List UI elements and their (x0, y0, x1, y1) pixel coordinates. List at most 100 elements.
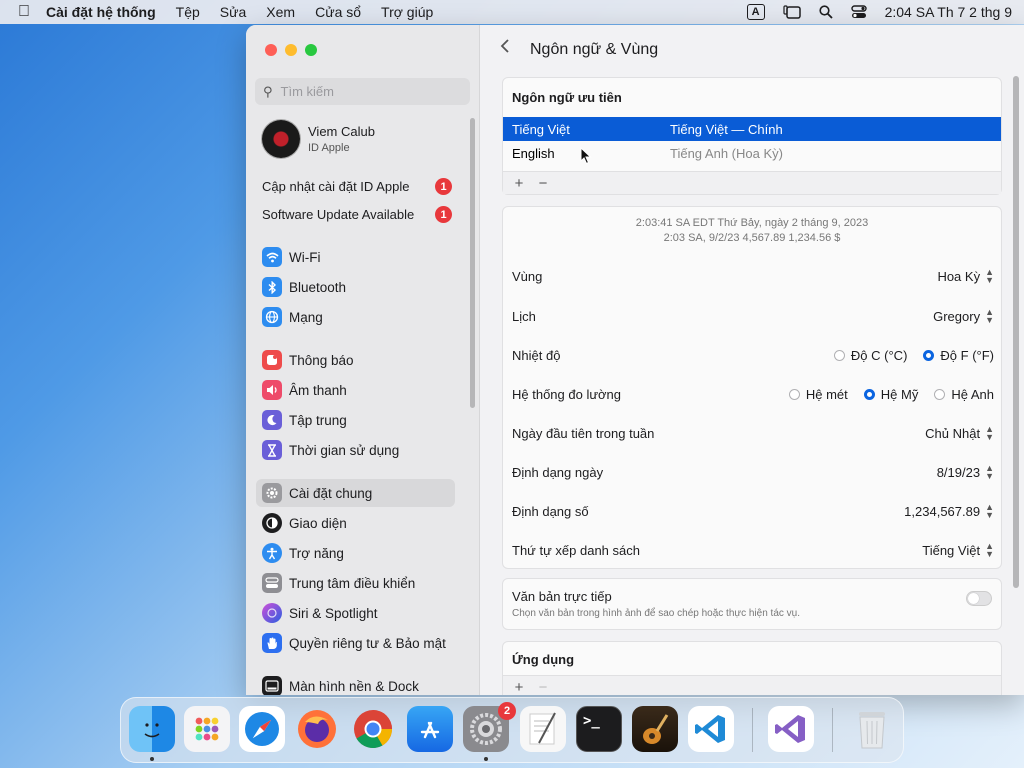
apple-id-update-notice[interactable]: Cập nhật cài đặt ID Apple 1 (262, 178, 452, 195)
sidebar-item-notifications[interactable]: Thông báo (256, 346, 455, 374)
hand-icon (262, 633, 282, 653)
apps-header: Ứng dụng (512, 652, 575, 667)
sidebar-item-sound[interactable]: Âm thanh (256, 376, 455, 404)
notice-label: Cập nhật cài đặt ID Apple (262, 179, 410, 194)
date-format-select[interactable]: 8/19/23 ▲ ▼ (936, 463, 994, 481)
measure-uk-radio[interactable]: Hệ Anh (934, 387, 994, 402)
chrome-icon[interactable] (350, 706, 396, 752)
input-source-icon[interactable]: A (746, 4, 765, 20)
language-row-vietnamese[interactable]: Tiếng Việt Tiếng Việt — Chính (503, 117, 1001, 141)
sidebar-item-bluetooth[interactable]: Bluetooth (256, 273, 455, 301)
vscode-icon[interactable] (688, 706, 734, 752)
apple-icon[interactable]:  (18, 3, 30, 21)
menu-view[interactable]: Xem (266, 4, 295, 20)
apple-id-profile[interactable]: Viem Calub ID Apple (262, 120, 375, 158)
menu-file[interactable]: Tệp (176, 4, 200, 20)
stage-manager-icon[interactable] (782, 5, 801, 19)
menu-window[interactable]: Cửa sổ (315, 4, 361, 20)
calendar-row: Lịch Gregory ▲ ▼ (512, 303, 994, 329)
apps-panel: Ứng dụng + − (502, 641, 1002, 695)
add-language-button[interactable]: + (511, 175, 527, 192)
first-day-label: Ngày đầu tiên trong tuần (512, 425, 655, 441)
sidebar-item-label: Cài đặt chung (289, 485, 373, 501)
search-input[interactable]: ⚲ Tìm kiếm (255, 78, 470, 105)
live-text-toggle[interactable] (966, 591, 992, 606)
dock-separator (752, 708, 753, 752)
sidebar-item-accessibility[interactable]: Trợ năng (256, 539, 455, 567)
control-center-menu-icon[interactable] (850, 5, 867, 19)
remove-language-button[interactable]: − (535, 175, 551, 192)
terminal-icon[interactable]: >_ (576, 706, 622, 752)
close-button[interactable] (265, 44, 277, 56)
date-format-label: Định dạng ngày (512, 464, 604, 480)
sidebar-item-wifi[interactable]: Wi-Fi (256, 243, 455, 271)
garageband-icon[interactable] (632, 706, 678, 752)
sidebar-item-label: Âm thanh (289, 382, 347, 398)
add-app-button[interactable]: + (511, 679, 527, 696)
measure-us-radio[interactable]: Hệ Mỹ (863, 387, 918, 402)
language-row-english[interactable]: English Tiếng Anh (Hoa Kỳ) (503, 141, 1001, 165)
radio-off (934, 388, 946, 400)
temp-fahrenheit-radio[interactable]: Độ F (°F) (923, 348, 994, 363)
region-value: Hoa Kỳ (937, 268, 981, 284)
languages-toolbar: + − (503, 171, 1001, 194)
number-format-select[interactable]: 1,234,567.89 ▲ ▼ (904, 503, 994, 520)
calendar-select[interactable]: Gregory ▲ ▼ (933, 308, 994, 325)
visual-studio-icon[interactable] (768, 706, 814, 752)
sidebar-item-appearance[interactable]: Giao diện (256, 509, 455, 537)
software-update-notice[interactable]: Software Update Available 1 (262, 206, 452, 223)
finder-icon[interactable] (129, 706, 175, 752)
apps-toolbar: + − (503, 675, 1001, 695)
format-sample-line1: 2:03:41 SA EDT Thứ Bảy, ngày 2 tháng 9, … (635, 217, 869, 229)
sidebar-item-privacy-security[interactable]: Quyền riêng tư & Bảo mật (256, 629, 455, 657)
minimize-button[interactable] (285, 44, 297, 56)
app-store-icon[interactable] (407, 706, 453, 752)
settings-window: ⚲ Tìm kiếm Viem Calub ID Apple Cập nhật … (246, 25, 1024, 695)
measure-metric-radio[interactable]: Hệ mét (788, 387, 848, 402)
date-format-value: 8/19/23 (936, 464, 981, 480)
sidebar-item-control-center[interactable]: Trung tâm điều khiển (256, 569, 455, 597)
mouse-pointer-icon (580, 147, 592, 165)
radio-off (788, 388, 800, 400)
globe-icon (262, 307, 282, 327)
main-scrollbar[interactable] (1013, 76, 1019, 588)
spotlight-search-icon[interactable] (818, 5, 833, 19)
menu-edit[interactable]: Sửa (220, 4, 247, 20)
temperature-row: Nhiệt độ Độ C (°C) Độ F (°F) (512, 342, 994, 368)
sidebar-item-network[interactable]: Mạng (256, 303, 455, 331)
first-day-value: Chủ Nhật (925, 425, 981, 441)
temp-celsius-radio[interactable]: Độ C (°C) (833, 348, 907, 363)
trash-icon[interactable] (849, 706, 895, 752)
sidebar-item-screen-time[interactable]: Thời gian sử dụng (256, 436, 455, 464)
date-format-row: Định dạng ngày 8/19/23 ▲ ▼ (512, 459, 994, 485)
temperature-label: Nhiệt độ (512, 347, 561, 363)
firefox-icon[interactable] (294, 706, 340, 752)
language-desc: Tiếng Việt — Chính (670, 121, 783, 137)
live-text-title: Văn bản trực tiếp (512, 589, 612, 604)
appearance-icon (262, 513, 282, 533)
menu-app-name[interactable]: Cài đặt hệ thống (46, 4, 156, 20)
first-day-select[interactable]: Chủ Nhật ▲ ▼ (925, 425, 994, 442)
menu-help[interactable]: Trợ giúp (381, 4, 433, 20)
sidebar-item-siri-spotlight[interactable]: Siri & Spotlight (256, 599, 455, 627)
sidebar-item-focus[interactable]: Tập trung (256, 406, 455, 434)
list-sort-select[interactable]: Tiếng Việt ▲ ▼ (922, 542, 994, 559)
remove-app-button[interactable]: − (535, 679, 551, 696)
textedit-icon[interactable] (520, 706, 566, 752)
back-button[interactable] (500, 37, 510, 60)
measurement-row: Hệ thống đo lường Hệ mét Hệ Mỹ Hệ Anh (512, 381, 994, 407)
language-name: Tiếng Việt (512, 121, 570, 137)
list-sort-value: Tiếng Việt (922, 542, 981, 558)
menu-clock[interactable]: 2:04 SA Th 7 2 thg 9 (885, 4, 1012, 20)
sidebar-scrollbar[interactable] (470, 118, 475, 408)
notice-badge: 1 (435, 178, 452, 195)
region-select[interactable]: Hoa Kỳ ▲ ▼ (937, 268, 994, 285)
updown-chevron-icon: ▲ ▼ (985, 463, 994, 481)
sidebar-item-general[interactable]: Cài đặt chung (256, 479, 455, 507)
zoom-button[interactable] (305, 44, 317, 56)
profile-sub: ID Apple (308, 142, 350, 154)
launchpad-icon[interactable] (184, 706, 230, 752)
safari-icon[interactable] (239, 706, 285, 752)
sidebar-item-desktop-dock[interactable]: Màn hình nền & Dock (256, 672, 455, 695)
chevron-left-icon (500, 39, 509, 53)
